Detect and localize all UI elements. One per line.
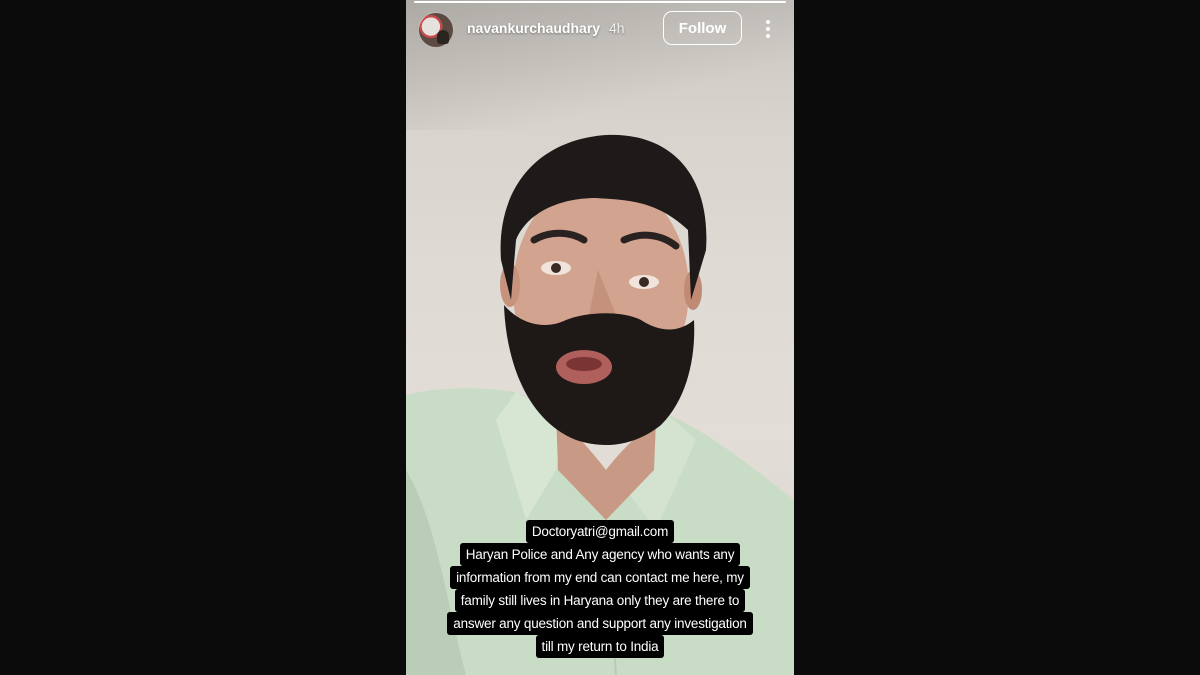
story-header: navankurchaudhary 4h Follow (406, 0, 794, 58)
caption-line: information from my end can contact me h… (450, 566, 750, 589)
caption-line: answer any question and support any inve… (447, 612, 753, 635)
avatar[interactable] (418, 12, 454, 48)
story-caption: Doctoryatri@gmail.com Haryan Police and … (406, 520, 794, 658)
caption-line[interactable]: Doctoryatri@gmail.com (525, 520, 675, 543)
more-vertical-icon[interactable] (756, 14, 780, 44)
username[interactable]: navankurchaudhary (467, 20, 600, 36)
timestamp: 4h (609, 20, 625, 36)
follow-button[interactable]: Follow (663, 11, 742, 45)
caption-line: family still lives in Haryana only they … (454, 589, 746, 612)
caption-line: till my return to India (535, 635, 665, 658)
caption-line: Haryan Police and Any agency who wants a… (459, 543, 741, 566)
story-viewer[interactable]: navankurchaudhary 4h Follow Doctoryatri@… (406, 0, 794, 675)
